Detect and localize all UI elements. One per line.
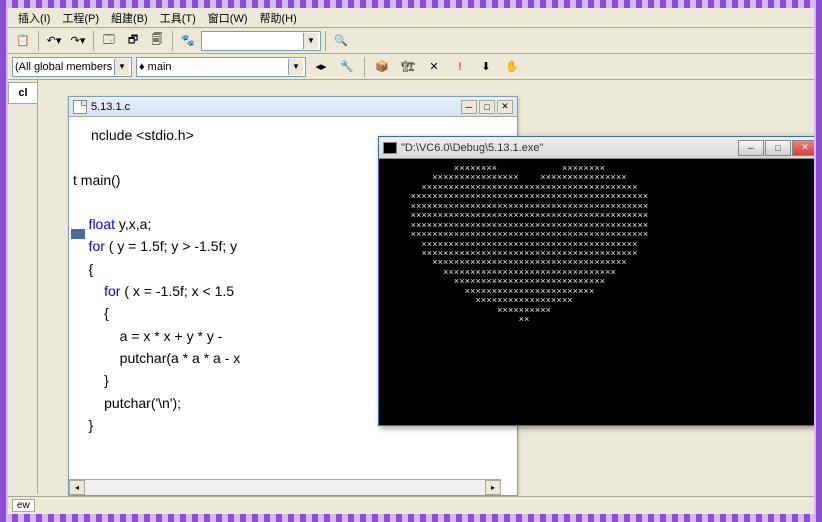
console-title-text: "D:\VC6.0\Debug\5.13.1.exe" xyxy=(401,142,543,154)
chevron-down-icon: ▼ xyxy=(114,59,129,75)
stop-build-button[interactable]: ✕ xyxy=(423,56,445,78)
wizard-button[interactable]: 🔧 xyxy=(336,56,358,78)
redo-button[interactable]: ↷▾ xyxy=(67,30,89,52)
horizontal-scrollbar[interactable]: ◂ ▸ xyxy=(69,479,501,495)
scroll-track[interactable] xyxy=(85,480,485,495)
close-button[interactable]: ✕ xyxy=(497,100,513,114)
menu-project[interactable]: 工程(P) xyxy=(56,8,105,28)
console-output: ×××××××× ×××××××× ×××××××××××××××× ×××××… xyxy=(379,159,822,331)
menu-insert[interactable]: 插入(I) xyxy=(12,8,56,28)
search-button[interactable]: 🔍 xyxy=(330,30,352,52)
scroll-left-icon[interactable]: ◂ xyxy=(69,480,85,495)
scroll-right-icon[interactable]: ▸ xyxy=(485,480,501,495)
workspace-button[interactable]: 🗔 xyxy=(98,30,120,52)
console-maximize-button[interactable]: □ xyxy=(765,140,791,156)
menu-build[interactable]: 組建(B) xyxy=(105,8,154,28)
sidebar: cl xyxy=(8,80,38,494)
copy-button[interactable]: 📋 xyxy=(12,30,34,52)
console-icon xyxy=(383,142,397,154)
execute-button[interactable]: ! xyxy=(449,56,471,78)
maximize-button[interactable]: □ xyxy=(479,100,495,114)
breakpoint-button[interactable]: ✋ xyxy=(501,56,523,78)
window-list-button[interactable]: 🗗 xyxy=(122,30,144,52)
member-combo[interactable]: ♦ main▼ xyxy=(136,57,306,77)
console-titlebar[interactable]: "D:\VC6.0\Debug\5.13.1.exe" ─ □ ✕ xyxy=(379,137,822,159)
go-button[interactable]: ◂▸ xyxy=(310,56,332,78)
breakpoint-marker[interactable] xyxy=(71,229,85,239)
console-window: "D:\VC6.0\Debug\5.13.1.exe" ─ □ ✕ ××××××… xyxy=(378,136,822,426)
find-button[interactable]: 🐾 xyxy=(177,30,199,52)
console-close-button[interactable]: ✕ xyxy=(792,140,818,156)
sidebar-tab-classview[interactable]: cl xyxy=(8,82,37,104)
compile-button[interactable]: 📦 xyxy=(371,56,393,78)
code-window-title: 5.13.1.c xyxy=(91,101,130,113)
find-combo[interactable]: ▼ xyxy=(201,31,321,51)
document-icon xyxy=(73,100,87,114)
menubar: 插入(I) 工程(P) 組建(B) 工具(T) 窗口(W) 帮助(H) xyxy=(8,8,814,28)
scope-combo[interactable]: (All global members▼ xyxy=(12,57,132,77)
minimize-button[interactable]: ─ xyxy=(461,100,477,114)
statusbar: ew xyxy=(8,496,814,514)
status-tab[interactable]: ew xyxy=(12,499,35,512)
toolbar-wizard: (All global members▼ ♦ main▼ ◂▸ 🔧 📦 🏗 ✕ … xyxy=(8,54,814,80)
chevron-down-icon: ▼ xyxy=(303,33,318,49)
build-button[interactable]: 🏗 xyxy=(397,56,419,78)
menu-tools[interactable]: 工具(T) xyxy=(154,8,202,28)
chevron-down-icon: ▼ xyxy=(288,59,303,75)
menu-window[interactable]: 窗口(W) xyxy=(202,8,254,28)
menu-help[interactable]: 帮助(H) xyxy=(254,8,303,28)
console-minimize-button[interactable]: ─ xyxy=(738,140,764,156)
go-debug-button[interactable]: ⬇ xyxy=(475,56,497,78)
code-window-titlebar[interactable]: 5.13.1.c ─ □ ✕ xyxy=(69,97,517,117)
toolbar-standard: 📋 ↶▾ ↷▾ 🗔 🗗 🗐 🐾 ▼ 🔍 xyxy=(8,28,814,54)
output-button[interactable]: 🗐 xyxy=(146,30,168,52)
undo-button[interactable]: ↶▾ xyxy=(43,30,65,52)
